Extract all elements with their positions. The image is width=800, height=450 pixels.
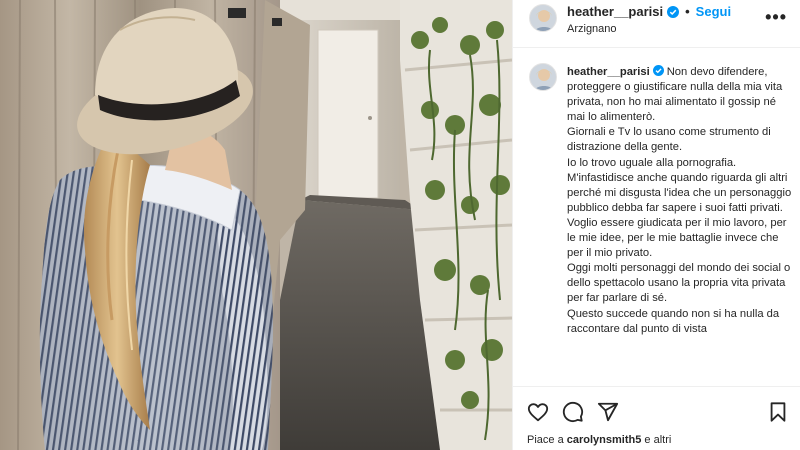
likes-suffix: e altri — [644, 434, 672, 446]
header-user-row: heather__parisi • Segui — [567, 4, 731, 19]
bookmark-icon[interactable] — [767, 401, 789, 423]
likes-summary: Piace a carolynsmith5 e altri — [527, 434, 671, 446]
post-photo[interactable] — [0, 0, 512, 450]
caption-text: Non devo difendere, proteggere o giustif… — [567, 66, 792, 335]
verified-badge-icon — [667, 5, 680, 18]
post-image — [0, 0, 512, 450]
share-icon[interactable] — [597, 401, 619, 423]
actions-bar: Piace a carolynsmith5 e altri — [513, 386, 800, 450]
caption-username[interactable]: heather__parisi — [567, 66, 650, 78]
follow-button[interactable]: Segui — [696, 4, 731, 19]
comment-icon[interactable] — [562, 401, 584, 423]
username-link[interactable]: heather__parisi — [567, 4, 663, 19]
avatar[interactable] — [529, 4, 557, 32]
avatar-image — [530, 5, 556, 31]
likes-prefix: Piace a — [527, 434, 564, 446]
likes-user-link[interactable]: carolynsmith5 — [567, 434, 642, 446]
heart-icon[interactable] — [527, 401, 549, 423]
more-options-icon[interactable]: ••• — [765, 8, 787, 26]
comments-area[interactable]: heather__parisi Non devo difendere, prote… — [513, 48, 800, 386]
caption-avatar[interactable] — [529, 63, 557, 91]
verified-badge-icon — [652, 65, 664, 76]
avatar-image — [530, 64, 556, 90]
post-header: heather__parisi • Segui Arzignano ••• — [513, 0, 800, 48]
separator-dot: • — [685, 4, 690, 19]
post-panel: heather__parisi • Segui Arzignano ••• he… — [512, 0, 800, 450]
caption: heather__parisi Non devo difendere, prote… — [567, 65, 793, 337]
location-link[interactable]: Arzignano — [567, 23, 617, 35]
